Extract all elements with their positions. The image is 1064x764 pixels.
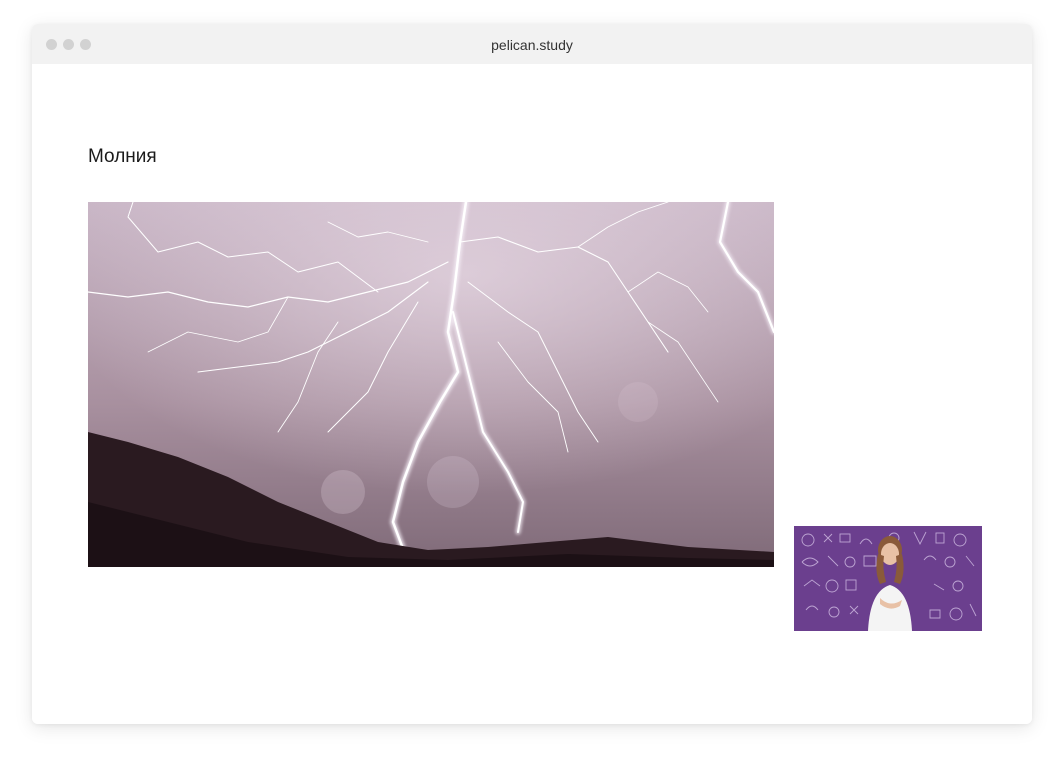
address-bar-url[interactable]: pelican.study <box>32 24 1032 64</box>
lightning-photo <box>88 202 774 567</box>
browser-window: pelican.study Молния <box>32 24 1032 724</box>
page-content: Молния <box>32 64 1032 724</box>
page-title: Молния <box>88 146 157 167</box>
browser-titlebar: pelican.study <box>32 24 1032 64</box>
presenter-video-thumbnail[interactable] <box>794 526 982 631</box>
